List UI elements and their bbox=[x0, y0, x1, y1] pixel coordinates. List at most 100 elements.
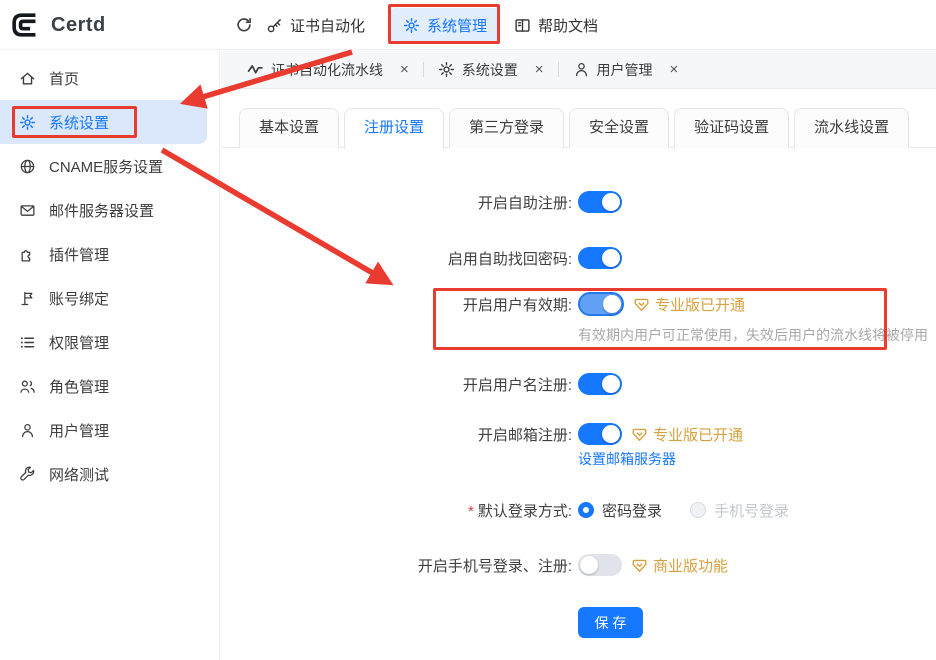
nav-label: 系统管理 bbox=[427, 15, 487, 36]
sidebar-item-user-management[interactable]: 用户管理 bbox=[0, 408, 219, 452]
toggle-user-validity[interactable] bbox=[578, 292, 624, 316]
key-icon bbox=[266, 17, 283, 34]
close-icon[interactable]: × bbox=[535, 62, 544, 77]
commercial-badge-label: 商业版功能 bbox=[653, 555, 728, 576]
nav-label: 帮助文档 bbox=[538, 15, 598, 36]
tab-divider bbox=[423, 62, 424, 77]
sidebar-item-network-test[interactable]: 网络测试 bbox=[0, 452, 219, 496]
field-label: 开启用户名注册: bbox=[221, 374, 572, 395]
gear-icon bbox=[19, 114, 36, 131]
close-icon[interactable]: × bbox=[400, 62, 409, 77]
users-icon bbox=[19, 378, 36, 395]
sidebar-item-home[interactable]: 首页 bbox=[0, 56, 219, 100]
close-icon[interactable]: × bbox=[670, 62, 679, 77]
app-logo[interactable]: Certd bbox=[9, 10, 106, 40]
field-label: 开启手机号登录、注册: bbox=[221, 555, 572, 576]
sidebar-item-plugin-management[interactable]: 插件管理 bbox=[0, 232, 219, 276]
form-row-password-recovery: 启用自助找回密码: bbox=[221, 246, 936, 270]
open-tab-label: 用户管理 bbox=[597, 60, 653, 80]
nav-system-management[interactable]: 系统管理 bbox=[391, 8, 499, 43]
sidebar-item-role-management[interactable]: 角色管理 bbox=[0, 364, 219, 408]
open-tab-label: 系统设置 bbox=[462, 60, 518, 80]
gear-icon bbox=[403, 17, 420, 34]
nav-label: 证书自动化 bbox=[290, 15, 365, 36]
open-tab-system-settings[interactable]: 系统设置 × bbox=[438, 60, 544, 80]
sidebar-item-mail-server[interactable]: 邮件服务器设置 bbox=[0, 188, 219, 232]
sidebar-item-label: 角色管理 bbox=[49, 376, 109, 397]
radio-password-login-group[interactable]: 密码登录 bbox=[578, 500, 662, 521]
save-button[interactable]: 保 存 bbox=[578, 607, 643, 638]
field-label: 开启用户有效期: bbox=[221, 294, 572, 315]
nav-cert-automation[interactable]: 证书自动化 bbox=[266, 13, 365, 37]
toggle-knob bbox=[602, 249, 620, 267]
radio-phone-login-group[interactable]: 手机号登录 bbox=[690, 500, 789, 521]
settings-tabs: 基本设置 注册设置 第三方登录 安全设置 验证码设置 流水线设置 bbox=[221, 108, 936, 148]
radio-phone-login[interactable] bbox=[690, 502, 706, 518]
home-icon bbox=[19, 70, 36, 87]
sidebar-item-label: 账号绑定 bbox=[49, 288, 109, 309]
wrench-icon bbox=[19, 466, 36, 483]
form-row-email-register: 开启邮箱注册: 专业版已开通 bbox=[221, 422, 936, 446]
field-label: *默认登录方式: bbox=[221, 500, 572, 521]
user-icon bbox=[573, 61, 590, 78]
toggle-password-recovery[interactable] bbox=[578, 247, 622, 269]
pro-badge-label: 专业版已开通 bbox=[653, 424, 743, 445]
user-validity-help-text: 有效期内用户可正常使用，失效后用户的流水线将被停用 bbox=[578, 325, 928, 345]
toggle-self-register[interactable] bbox=[578, 191, 622, 213]
vip-badge-icon bbox=[633, 296, 650, 313]
sidebar-item-system-settings[interactable]: 系统设置 bbox=[0, 100, 207, 144]
open-tab-user-management[interactable]: 用户管理 × bbox=[573, 60, 679, 80]
required-mark: * bbox=[468, 503, 474, 520]
tab-basic-settings[interactable]: 基本设置 bbox=[239, 108, 339, 148]
app-title: Certd bbox=[51, 14, 106, 37]
toggle-knob bbox=[602, 193, 620, 211]
radio-password-login[interactable] bbox=[578, 502, 594, 518]
toggle-phone-login-register[interactable] bbox=[578, 554, 622, 576]
pro-badge: 专业版已开通 bbox=[631, 424, 743, 445]
open-tabs-strip: 证书自动化流水线 × 系统设置 × 用户管理 × bbox=[221, 51, 936, 89]
field-label: 开启自助注册: bbox=[221, 192, 572, 213]
field-label: 启用自助找回密码: bbox=[221, 248, 572, 269]
nav-help-docs[interactable]: 帮助文档 bbox=[514, 13, 598, 37]
radio-label: 密码登录 bbox=[602, 500, 662, 521]
pulse-icon bbox=[247, 61, 264, 78]
toggle-email-register[interactable] bbox=[578, 423, 622, 445]
sidebar-item-label: 插件管理 bbox=[49, 244, 109, 265]
tab-security-settings[interactable]: 安全设置 bbox=[569, 108, 669, 148]
list-icon bbox=[19, 334, 36, 351]
globe-icon bbox=[19, 158, 36, 175]
tab-third-party-login[interactable]: 第三方登录 bbox=[449, 108, 564, 148]
form-row-self-register: 开启自助注册: bbox=[221, 190, 936, 214]
toggle-knob bbox=[602, 425, 620, 443]
tab-divider bbox=[558, 62, 559, 77]
setup-mail-server-link[interactable]: 设置邮箱服务器 bbox=[578, 449, 676, 469]
app-header: Certd 证书自动化 系统管理 帮助 bbox=[0, 0, 936, 50]
sidebar-item-account-binding[interactable]: 账号绑定 bbox=[0, 276, 219, 320]
toggle-knob bbox=[603, 295, 621, 313]
commercial-badge: 商业版功能 bbox=[631, 555, 728, 576]
sidebar-item-cname-service[interactable]: CNAME服务设置 bbox=[0, 144, 219, 188]
toggle-knob bbox=[580, 556, 598, 574]
form-row-default-login-type: *默认登录方式: 密码登录 手机号登录 bbox=[221, 498, 936, 522]
tab-pipeline-settings[interactable]: 流水线设置 bbox=[794, 108, 909, 148]
book-icon bbox=[514, 17, 531, 34]
certd-logo-icon bbox=[9, 10, 39, 40]
pro-badge: 专业版已开通 bbox=[633, 294, 745, 315]
tab-register-settings[interactable]: 注册设置 bbox=[344, 108, 444, 149]
tab-captcha-settings[interactable]: 验证码设置 bbox=[674, 108, 789, 148]
mail-icon bbox=[19, 202, 36, 219]
field-label: 开启邮箱注册: bbox=[221, 424, 572, 445]
puzzle-icon bbox=[19, 246, 36, 263]
main-content: 证书自动化流水线 × 系统设置 × 用户管理 × 基本设置 注册设置 第三方登录… bbox=[221, 51, 936, 660]
pro-badge-label: 专业版已开通 bbox=[655, 294, 745, 315]
open-tab-label: 证书自动化流水线 bbox=[271, 60, 383, 80]
sidebar-item-label: 系统设置 bbox=[49, 112, 109, 133]
sidebar-item-label: 网络测试 bbox=[49, 464, 109, 485]
sidebar-item-permission-management[interactable]: 权限管理 bbox=[0, 320, 219, 364]
toggle-username-register[interactable] bbox=[578, 373, 622, 395]
open-tab-cert-pipeline[interactable]: 证书自动化流水线 × bbox=[247, 60, 409, 80]
sidebar-item-label: 邮件服务器设置 bbox=[49, 200, 154, 221]
radio-label: 手机号登录 bbox=[714, 500, 789, 521]
vip-badge-icon bbox=[631, 426, 648, 443]
refresh-button[interactable] bbox=[235, 13, 253, 37]
